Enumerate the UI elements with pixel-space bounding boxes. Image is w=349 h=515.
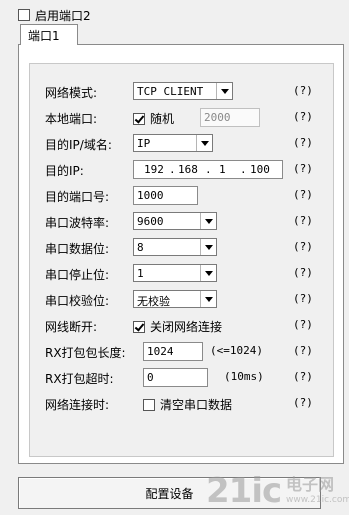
baud-value: 9600 [137,215,164,228]
parity-select[interactable]: 无校验 [133,290,217,308]
row-disconnect: 网线断开: 关闭网络连接 (?) [30,314,333,336]
chevron-down-icon[interactable] [196,135,212,151]
dest-port-label: 目的端口号: [45,190,110,204]
enable-port2-checkbox[interactable]: 启用端口2 [18,8,91,23]
stop-bits-value: 1 [137,267,144,280]
pack-timeout-label: RX打包超时: [45,372,114,386]
data-bits-label: 串口数据位: [45,242,110,256]
dest-port-input[interactable]: 1000 [133,186,198,205]
clear-serial-label: 清空串口数据 [160,398,233,412]
configure-device-label: 配置设备 [145,486,194,501]
tab-port1[interactable]: 端口1 [20,24,78,45]
dest-type-select[interactable]: IP [133,134,213,152]
stop-bits-select[interactable]: 1 [133,264,217,282]
chevron-down-icon[interactable] [200,239,216,255]
ip-dot: . [205,163,212,176]
baud-select[interactable]: 9600 [133,212,217,230]
chevron-down-icon[interactable] [200,291,216,307]
ip-octet-4[interactable]: 100 [250,163,270,176]
chevron-down-icon[interactable] [200,265,216,281]
ip-octet-1[interactable]: 192 [144,163,164,176]
network-mode-select[interactable]: TCP CLIENT [133,82,233,100]
random-port-checkbox[interactable]: 随机 [133,110,174,127]
pack-timeout-note: (10ms) [224,370,264,383]
dest-ip-input[interactable]: 192 . 168 . 1 . 100 [133,160,283,179]
row-network-mode: 网络模式: TCP CLIENT (?) [30,80,333,102]
row-dest-type: 目的IP/域名: IP (?) [30,132,333,154]
network-mode-value: TCP CLIENT [137,85,204,98]
close-connection-label: 关闭网络连接 [150,320,223,334]
random-port-label: 随机 [150,112,175,126]
dest-type-value: IP [137,137,151,150]
local-port-value: 2000 [204,111,231,124]
row-parity: 串口校验位: 无校验 (?) [30,288,333,310]
dest-type-label: 目的IP/域名: [45,138,112,152]
local-port-label: 本地端口: [45,112,98,126]
help-icon[interactable]: (?) [293,84,313,97]
watermark-logo: 21ic 电子网 www.21ic.com [206,471,349,515]
settings-group: 网络模式: TCP CLIENT (?) 本地端口: 随机 2000 (?) 目… [29,63,334,457]
dest-port-value: 1000 [137,189,164,202]
row-pack-timeout: RX打包超时: 0 (10ms) (?) [30,366,333,388]
help-icon[interactable]: (?) [293,214,313,227]
random-port-box[interactable] [133,112,145,125]
row-pack-len: RX打包包长度: 1024 (<=1024) (?) [30,340,333,362]
row-dest-ip: 目的IP: 192 . 168 . 1 . 100 (?) [30,158,333,180]
parity-value: 无校验 [137,295,170,308]
pack-len-input[interactable]: 1024 [143,342,203,361]
pack-len-note: (<=1024) [210,344,263,357]
help-icon[interactable]: (?) [293,162,313,175]
enable-port2-label: 启用端口2 [35,8,91,23]
tab-port1-label: 端口1 [28,29,60,43]
enable-port2-box[interactable] [18,9,30,21]
ip-octet-2[interactable]: 168 [178,163,198,176]
row-stop-bits: 串口停止位: 1 (?) [30,262,333,284]
help-icon[interactable]: (?) [293,292,313,305]
dest-ip-label: 目的IP: [45,164,84,178]
help-icon[interactable]: (?) [293,110,313,123]
data-bits-select[interactable]: 8 [133,238,217,256]
ip-octet-3[interactable]: 1 [219,163,226,176]
row-local-port: 本地端口: 随机 2000 (?) [30,106,333,128]
help-icon[interactable]: (?) [293,318,313,331]
stop-bits-label: 串口停止位: [45,268,110,282]
ip-dot: . [240,163,247,176]
disconnect-label: 网线断开: [45,320,98,334]
parity-label: 串口校验位: [45,294,110,308]
chevron-down-icon[interactable] [200,213,216,229]
watermark-brand: 21ic [206,471,282,511]
help-icon[interactable]: (?) [293,344,313,357]
clear-serial-box[interactable] [143,398,155,411]
help-icon[interactable]: (?) [293,266,313,279]
close-connection-box[interactable] [133,320,145,333]
help-icon[interactable]: (?) [293,370,313,383]
pack-len-label: RX打包包长度: [45,346,126,360]
help-icon[interactable]: (?) [293,396,313,409]
ip-dot: . [169,163,176,176]
chevron-down-icon[interactable] [216,83,232,99]
row-on-connect: 网络连接时: 清空串口数据 (?) [30,392,333,414]
pack-timeout-input[interactable]: 0 [143,368,208,387]
on-connect-label: 网络连接时: [45,398,110,412]
network-mode-label: 网络模式: [45,86,98,100]
clear-serial-checkbox[interactable]: 清空串口数据 [143,396,232,413]
watermark-cn: 电子网 [286,475,335,494]
close-connection-checkbox[interactable]: 关闭网络连接 [133,318,222,335]
help-icon[interactable]: (?) [293,188,313,201]
row-data-bits: 串口数据位: 8 (?) [30,236,333,258]
help-icon[interactable]: (?) [293,136,313,149]
local-port-input[interactable]: 2000 [200,108,260,127]
baud-label: 串口波特率: [45,216,110,230]
watermark-url: www.21ic.com [286,495,349,505]
pack-timeout-value: 0 [147,371,154,384]
row-baud: 串口波特率: 9600 (?) [30,210,333,232]
row-dest-port: 目的端口号: 1000 (?) [30,184,333,206]
help-icon[interactable]: (?) [293,240,313,253]
data-bits-value: 8 [137,241,144,254]
port1-panel: 网络模式: TCP CLIENT (?) 本地端口: 随机 2000 (?) 目… [18,44,344,464]
pack-len-value: 1024 [147,345,174,358]
